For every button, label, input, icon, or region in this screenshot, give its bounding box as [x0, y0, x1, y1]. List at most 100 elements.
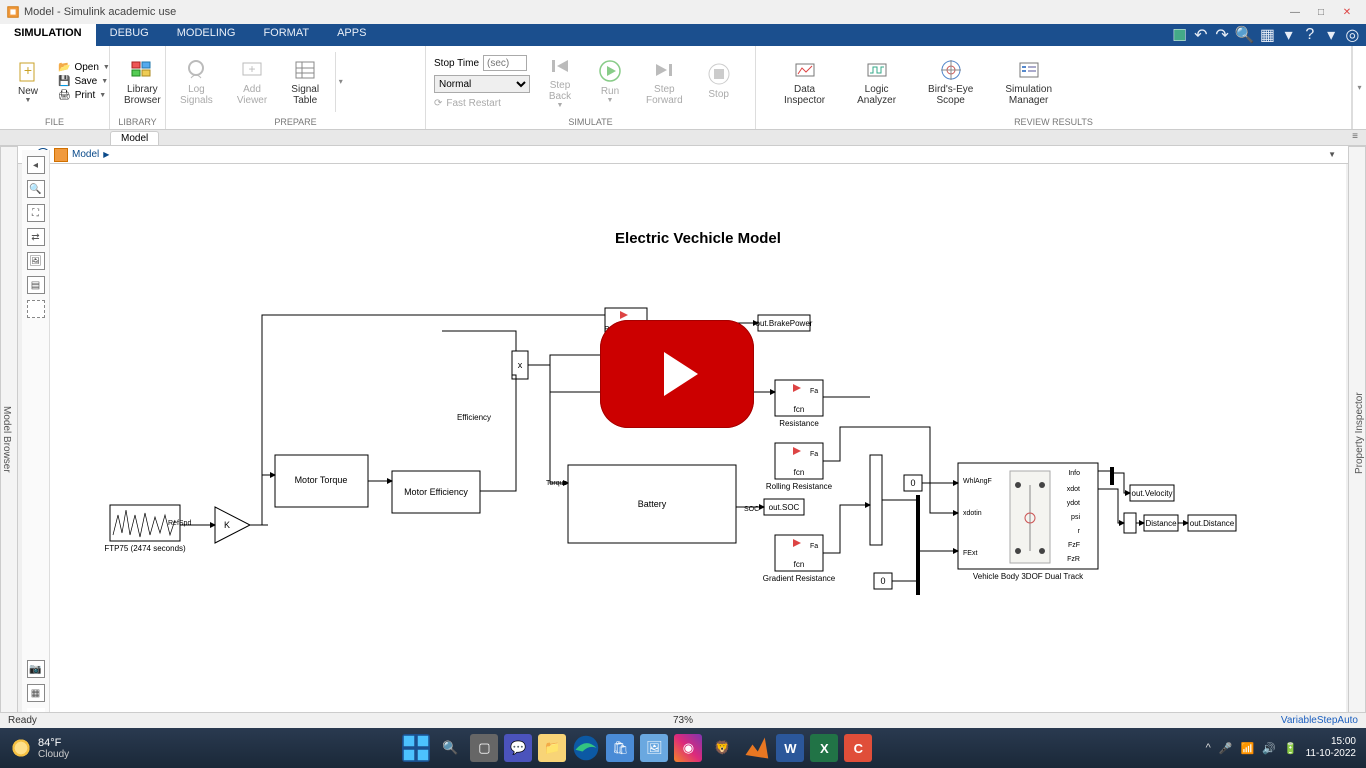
svg-text:Rolling Resistance: Rolling Resistance	[766, 482, 833, 491]
signal-table-button[interactable]: Signal Table	[283, 56, 327, 108]
svg-text:FExt: FExt	[963, 550, 977, 557]
simulation-manager-button[interactable]: Simulation Manager	[997, 56, 1060, 108]
step-forward-button[interactable]: Step Forward	[638, 56, 691, 108]
status-solver[interactable]: VariableStepAuto	[1281, 715, 1358, 726]
close-button[interactable]: ✕	[1334, 7, 1360, 18]
open-button[interactable]: 📂Open▼	[54, 61, 114, 74]
svg-text:out.Velocity: out.Velocity	[1132, 489, 1173, 498]
status-bar: Ready 73% VariableStepAuto	[0, 712, 1366, 728]
target-icon[interactable]: ◎	[1345, 26, 1360, 44]
svg-text:ydot: ydot	[1067, 500, 1080, 507]
new-button[interactable]: + New ▼	[6, 58, 50, 106]
svg-text:x: x	[518, 360, 523, 370]
save-icon[interactable]	[1172, 26, 1187, 44]
signal-table-icon	[291, 58, 319, 82]
hide-browser-button[interactable]: ◂	[27, 156, 45, 174]
birds-eye-scope-button[interactable]: Bird's-Eye Scope	[920, 56, 981, 108]
data-inspector-button[interactable]: Data Inspector	[776, 56, 833, 108]
svg-text:Resistance: Resistance	[779, 419, 819, 428]
add-viewer-button[interactable]: + Add Viewer	[229, 56, 275, 108]
svg-text:fcn: fcn	[794, 468, 805, 477]
tab-modeling[interactable]: MODELING	[163, 24, 250, 46]
undo-icon[interactable]: ↶	[1193, 26, 1208, 44]
mic-icon[interactable]: 🎤	[1219, 742, 1233, 755]
fit-button[interactable]: ⛶	[27, 204, 45, 222]
start-button[interactable]	[402, 734, 430, 762]
breadcrumb-root[interactable]: Model	[72, 149, 99, 160]
clock[interactable]: 15:00 11-10-2022	[1306, 736, 1356, 760]
svg-text:psi: psi	[1071, 514, 1080, 521]
svg-text:0: 0	[910, 478, 915, 488]
canvas[interactable]: Electric Vechicle Model RefSpd FTP75 (24…	[50, 164, 1346, 726]
youtube-play-button[interactable]	[600, 320, 754, 428]
taskbar-center: 🔍 ▢ 💬 📁 🛍 🖼 ◉ 🦁 W X C	[69, 734, 1205, 762]
area-button[interactable]	[27, 300, 45, 318]
search-icon[interactable]: 🔍	[1236, 26, 1254, 44]
word-icon[interactable]: W	[776, 734, 804, 762]
svg-text:fcn: fcn	[794, 405, 805, 414]
property-inspector-panel[interactable]: Property Inspector	[1348, 146, 1366, 726]
print-button[interactable]: 🖨Print▼	[54, 89, 114, 102]
screenshot-button[interactable]: 📷	[27, 660, 45, 678]
svg-text:out.SOC: out.SOC	[769, 503, 800, 512]
tab-debug[interactable]: DEBUG	[96, 24, 163, 46]
library-browser-button[interactable]: Library Browser	[116, 56, 169, 108]
help-icon[interactable]: ?	[1302, 26, 1317, 44]
grid-icon[interactable]: ▦	[1260, 26, 1275, 44]
autoroute-button[interactable]: ⇄	[27, 228, 45, 246]
run-button[interactable]: Run▼	[588, 58, 632, 106]
redo-icon[interactable]: ↷	[1215, 26, 1230, 44]
group-label-prepare: PREPARE	[166, 117, 425, 129]
annotate-button[interactable]: ▤	[27, 276, 45, 294]
chevron-down-icon[interactable]: ▾	[1324, 26, 1339, 44]
tab-simulation[interactable]: SIMULATION	[0, 24, 96, 46]
log-signals-button[interactable]: Log Signals	[172, 56, 221, 108]
matlab-icon[interactable]	[742, 734, 770, 762]
store-icon[interactable]: 🛍	[606, 734, 634, 762]
step-back-button[interactable]: Step Back ▼	[538, 52, 582, 111]
log-signals-icon	[182, 58, 210, 82]
taskview-button[interactable]: ▢	[470, 734, 498, 762]
status-zoom[interactable]: 73%	[673, 715, 693, 726]
save-button[interactable]: 💾Save▼	[54, 75, 114, 88]
tab-format[interactable]: FORMAT	[249, 24, 323, 46]
tab-config-button[interactable]: ≡	[1348, 131, 1362, 142]
explorer-icon[interactable]: 📁	[538, 734, 566, 762]
sim-mode-select[interactable]: Normal	[434, 75, 530, 93]
tab-apps[interactable]: APPS	[323, 24, 380, 46]
wifi-icon[interactable]: 📶	[1240, 742, 1254, 755]
photos-icon[interactable]: 🖼	[640, 734, 668, 762]
record-button[interactable]: ▦	[27, 684, 45, 702]
maximize-button[interactable]: □	[1308, 7, 1334, 18]
battery-icon[interactable]: 🔋	[1284, 742, 1298, 755]
fast-restart-button[interactable]: ⟳ Fast Restart	[434, 96, 530, 109]
zoom-button[interactable]: 🔍	[27, 180, 45, 198]
volume-icon[interactable]: 🔊	[1262, 742, 1276, 755]
excel-icon[interactable]: X	[810, 734, 838, 762]
tray-chevron-icon[interactable]: ^	[1206, 742, 1211, 754]
chevron-down-icon[interactable]: ▾	[1281, 26, 1296, 44]
teams-icon[interactable]: 💬	[504, 734, 532, 762]
weather-widget[interactable]: 84°F Cloudy	[0, 737, 69, 760]
svg-text:Battery: Battery	[638, 499, 667, 509]
stop-button[interactable]: Stop	[697, 61, 741, 102]
brave-icon[interactable]: 🦁	[708, 734, 736, 762]
model-tab[interactable]: Model	[110, 131, 159, 145]
logic-analyzer-button[interactable]: Logic Analyzer	[849, 56, 904, 108]
search-button[interactable]: 🔍	[436, 734, 464, 762]
minimize-button[interactable]: —	[1282, 7, 1308, 18]
stoptime-input[interactable]	[483, 55, 527, 71]
edge-icon[interactable]	[572, 734, 600, 762]
instagram-icon[interactable]: ◉	[674, 734, 702, 762]
prepare-expand-button[interactable]: ▾	[335, 52, 345, 112]
breadcrumb-bar: ⇪ Model ▶ ▼	[0, 146, 1366, 164]
ribbon-collapse-button[interactable]: ▾	[1352, 46, 1366, 129]
svg-text:+: +	[248, 62, 255, 76]
image-button[interactable]: 🖼	[27, 252, 45, 270]
svg-text:WhlAngF: WhlAngF	[963, 478, 992, 485]
camtasia-icon[interactable]: C	[844, 734, 872, 762]
model-browser-panel[interactable]: Model Browser	[0, 146, 18, 726]
svg-text:out.BrakePower: out.BrakePower	[756, 319, 813, 328]
svg-text:xdotin: xdotin	[963, 510, 982, 517]
breadcrumb-dropdown[interactable]: ▼	[1328, 150, 1336, 159]
